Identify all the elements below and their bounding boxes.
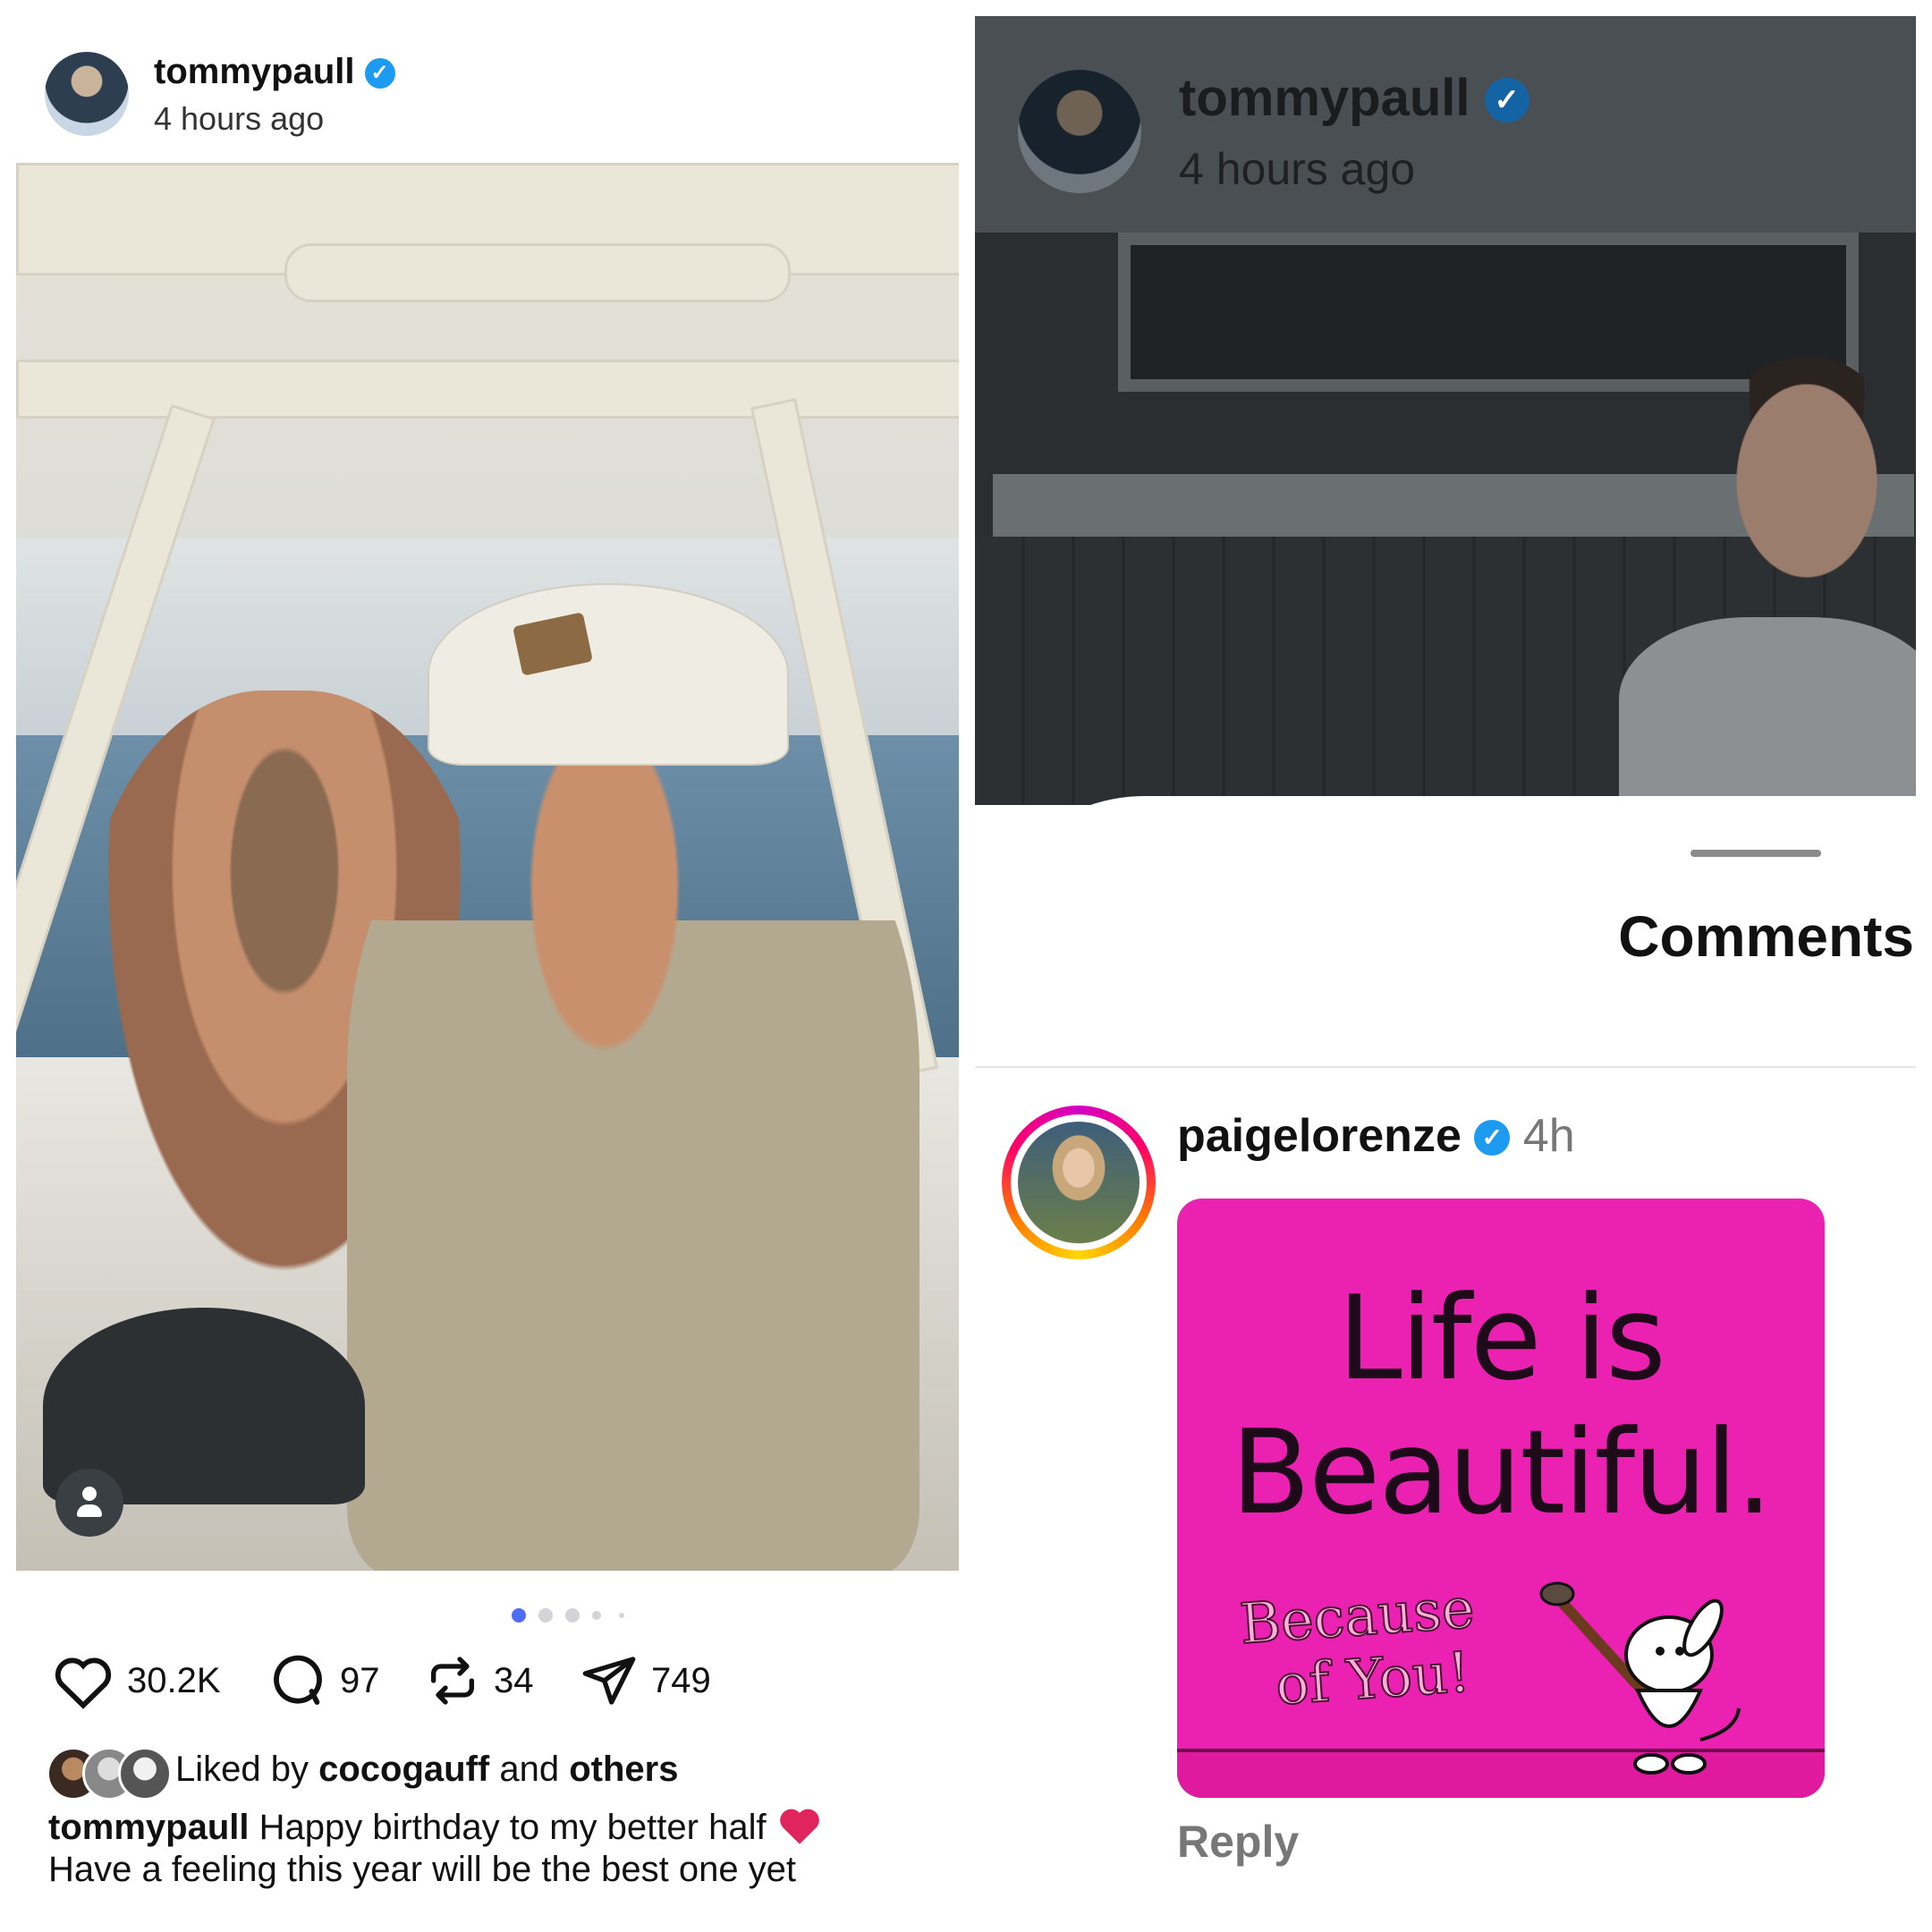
dimmed-author-username[interactable]: tommypaull: [1179, 69, 1470, 127]
comment-header: paigelorenze ✓ 4h: [1177, 1109, 1575, 1163]
commenter-avatar[interactable]: [1018, 1122, 1140, 1243]
dimmed-author-avatar[interactable]: [1018, 70, 1141, 193]
post-caption-line2: Have a feeling this year will be the bes…: [48, 1850, 797, 1889]
carousel-dot: [592, 1611, 601, 1620]
red-heart-emoji-icon: [779, 1809, 819, 1844]
carousel-dot: [538, 1608, 553, 1623]
sheet-divider: [975, 1066, 1916, 1068]
post-photo[interactable]: [16, 163, 959, 1571]
carousel-dot: [619, 1613, 624, 1618]
carousel-dot: [565, 1608, 580, 1623]
repost-icon: [431, 1657, 474, 1705]
liked-by-others[interactable]: others: [569, 1750, 678, 1789]
liked-by-user[interactable]: cocogauff: [318, 1750, 489, 1789]
photo-cap: [428, 583, 789, 766]
post-caption-line1: tommypaull Happy birthday to my better h…: [48, 1803, 823, 1848]
heart-icon: [55, 1657, 112, 1709]
post-author-line: tommypaull ✓: [154, 52, 395, 92]
comment-count: 97: [340, 1660, 380, 1700]
comment-gif[interactable]: Life is Beautiful. Because of You!: [1177, 1199, 1825, 1798]
post-time: 4 hours ago: [154, 100, 325, 137]
dimmed-post-photo[interactable]: [975, 233, 1916, 805]
reply-button[interactable]: Reply: [1177, 1816, 1299, 1868]
photo-man-body: [1619, 617, 1916, 805]
share-icon: [582, 1657, 636, 1705]
liked-by-avatars[interactable]: [47, 1747, 172, 1801]
person-tag-icon[interactable]: [55, 1469, 123, 1537]
gif-text-line4: of You!: [1273, 1638, 1473, 1718]
sheet-drag-handle[interactable]: [1690, 850, 1821, 857]
photo-man: [347, 735, 919, 1571]
gif-text-line2: Beautiful.: [1231, 1404, 1773, 1540]
photo-tower-bar: [284, 243, 791, 302]
comment-time: 4h: [1522, 1110, 1575, 1162]
share-count: 749: [651, 1660, 711, 1700]
liked-by-prefix: Liked by: [175, 1750, 309, 1789]
liked-by-and: and: [499, 1750, 560, 1789]
verified-badge-icon: ✓: [1474, 1120, 1511, 1156]
dimmed-post-time: 4 hours ago: [1179, 144, 1416, 194]
carousel-dot-active: [512, 1608, 526, 1623]
commenter-username[interactable]: paigelorenze: [1177, 1110, 1462, 1162]
repost-count: 34: [494, 1660, 534, 1700]
liked-by-text: Liked by cocogauff and others: [175, 1750, 678, 1790]
gif-text-line1: Life is: [1337, 1270, 1665, 1406]
repost-action[interactable]: 34: [424, 1651, 534, 1710]
liker-avatar: [118, 1747, 172, 1801]
verified-badge-icon: ✓: [364, 58, 395, 89]
share-action[interactable]: 749: [580, 1651, 711, 1710]
comment-icon: [274, 1655, 322, 1705]
dimmed-author-line: tommypaull ✓: [1179, 68, 1530, 128]
photo-man-head: [1717, 358, 1896, 581]
caption-username[interactable]: tommypaull: [48, 1808, 249, 1847]
comments-title: Comments: [1618, 904, 1914, 969]
comment-action[interactable]: 97: [268, 1651, 380, 1710]
post-author-avatar[interactable]: [45, 52, 129, 136]
photo-window: [1118, 233, 1859, 392]
like-action[interactable]: 30.2K: [52, 1651, 221, 1710]
post-author-username[interactable]: tommypaull: [154, 52, 354, 91]
gif-dog-painter-icon: [1539, 1581, 1741, 1775]
caption-text: Happy birthday to my better half: [258, 1808, 767, 1847]
like-count: 30.2K: [127, 1660, 221, 1700]
photo-tower-rail: [16, 360, 959, 419]
verified-badge-icon: ✓: [1484, 78, 1530, 123]
